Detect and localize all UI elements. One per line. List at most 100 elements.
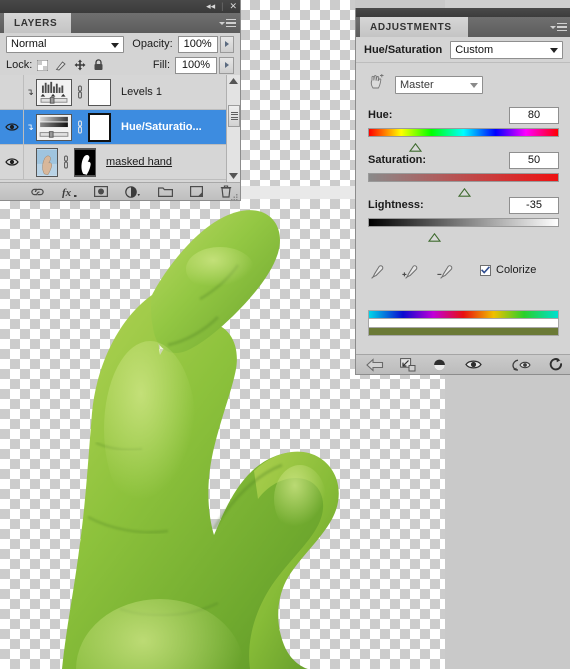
saturation-slider-block: Saturation: 50 bbox=[356, 137, 570, 197]
adjustments-panel-titlebar bbox=[356, 8, 570, 17]
reset-adjustment-icon[interactable] bbox=[549, 357, 564, 372]
add-layer-mask-icon[interactable] bbox=[94, 186, 108, 197]
eyedropper-icon[interactable] bbox=[368, 264, 385, 286]
fill-stepper[interactable] bbox=[219, 56, 234, 74]
opacity-value: 100% bbox=[183, 38, 212, 50]
scroll-up-arrow-icon[interactable] bbox=[227, 75, 240, 87]
tab-adjustments-label: ADJUSTMENTS bbox=[370, 21, 452, 33]
layer-mask-thumbnail[interactable] bbox=[74, 147, 96, 177]
lightness-input[interactable]: -35 bbox=[509, 196, 559, 214]
layer-visibility-toggle[interactable] bbox=[0, 75, 24, 109]
titlebar-separator: | bbox=[221, 1, 224, 11]
new-fill-adjustment-layer-icon[interactable] bbox=[125, 185, 141, 198]
on-image-adjustment-hand-icon[interactable] bbox=[368, 74, 385, 96]
mask-link-icon[interactable] bbox=[61, 155, 71, 169]
table-row[interactable]: masked hand bbox=[0, 145, 240, 180]
scroll-down-arrow-icon[interactable] bbox=[227, 170, 240, 182]
channel-value: Master bbox=[400, 79, 434, 91]
layer-list-scrollbar[interactable] bbox=[226, 75, 240, 182]
mask-link-icon[interactable] bbox=[75, 85, 85, 99]
result-color-bar bbox=[368, 328, 559, 336]
fill-label: Fill: bbox=[152, 59, 170, 71]
new-group-icon[interactable] bbox=[158, 186, 173, 197]
eyedropper-add-icon[interactable] bbox=[401, 264, 420, 286]
colorize-checkbox[interactable] bbox=[480, 264, 491, 276]
lightness-slider-track[interactable] bbox=[368, 218, 559, 242]
layer-name: Hue/Saturatio... bbox=[121, 121, 202, 133]
move-lock-icon[interactable] bbox=[74, 59, 86, 71]
clip-to-layer-icon[interactable] bbox=[432, 358, 447, 372]
mask-link-icon[interactable] bbox=[75, 120, 85, 134]
blend-mode-select[interactable]: Normal bbox=[6, 35, 125, 53]
hue-input[interactable]: 80 bbox=[509, 106, 559, 124]
hue-slider-thumb[interactable] bbox=[408, 139, 422, 157]
chevron-down-icon bbox=[550, 25, 556, 29]
new-layer-icon[interactable] bbox=[190, 186, 203, 197]
table-row[interactable]: ↴ Hue/Saturatio... bbox=[0, 110, 240, 145]
fill-value: 100% bbox=[181, 59, 211, 71]
colorize-row[interactable]: Colorize bbox=[480, 264, 536, 276]
adjustments-panel-menu-icon[interactable] bbox=[550, 21, 567, 33]
chevron-down-icon bbox=[470, 83, 478, 88]
layer-style-fx-icon[interactable]: fx bbox=[62, 186, 77, 198]
eye-icon bbox=[4, 158, 19, 166]
tab-layers-label: LAYERS bbox=[14, 17, 58, 29]
tab-layers[interactable]: LAYERS bbox=[4, 13, 72, 33]
layers-panel-titlebar: ◂◂ | ✕ bbox=[0, 0, 240, 13]
toggle-layer-visibility-icon[interactable] bbox=[465, 359, 482, 370]
hue-slider-track[interactable] bbox=[368, 128, 559, 152]
collapse-double-arrow-icon[interactable]: ◂◂ bbox=[206, 1, 215, 11]
photo-thumbnail[interactable] bbox=[36, 147, 58, 177]
hue-saturation-adjustment-thumbnail[interactable] bbox=[36, 113, 72, 141]
chevron-down-icon bbox=[111, 42, 120, 48]
layer-visibility-toggle[interactable] bbox=[0, 110, 24, 144]
saturation-slider-track[interactable] bbox=[368, 173, 559, 197]
adjustment-body: Master Hue: 80 Saturation: 50 Lightness:… bbox=[356, 64, 570, 354]
document-background-upper bbox=[240, 0, 355, 186]
layers-panel-footer: fx bbox=[0, 182, 240, 201]
layer-list[interactable]: ↴ Levels 1 ↴ Hue/Saturatio... masked han… bbox=[0, 75, 240, 182]
eye-icon bbox=[4, 123, 19, 131]
preset-select[interactable]: Custom bbox=[450, 40, 563, 59]
layers-panel-menu-icon[interactable] bbox=[219, 17, 236, 29]
checkmark-icon bbox=[481, 266, 490, 274]
layer-mask-thumbnail[interactable] bbox=[88, 112, 111, 142]
lightness-slider-thumb[interactable] bbox=[427, 229, 441, 247]
layer-mask-thumbnail[interactable] bbox=[88, 78, 111, 106]
eyedropper-subtract-icon[interactable] bbox=[436, 264, 455, 286]
link-layers-icon[interactable] bbox=[30, 187, 45, 197]
color-bars bbox=[368, 310, 559, 336]
eyedropper-row bbox=[368, 264, 455, 286]
saturation-slider-thumb[interactable] bbox=[457, 184, 471, 202]
layer-visibility-toggle[interactable] bbox=[0, 145, 24, 179]
layers-panel: ◂◂ | ✕ LAYERS Normal Opacity: 100% Lock: bbox=[0, 0, 241, 201]
preview-previous-state-icon[interactable] bbox=[512, 359, 531, 371]
tab-adjustments[interactable]: ADJUSTMENTS bbox=[360, 17, 468, 37]
panel-resize-grip[interactable] bbox=[229, 190, 238, 201]
opacity-stepper[interactable] bbox=[219, 35, 234, 53]
expand-view-icon[interactable] bbox=[400, 357, 416, 372]
channel-select[interactable]: Master bbox=[395, 76, 483, 94]
chevron-down-icon bbox=[550, 47, 558, 53]
clipping-mask-arrow-icon: ↴ bbox=[26, 121, 34, 132]
scrollbar-thumb[interactable] bbox=[228, 105, 240, 127]
layer-name: Levels 1 bbox=[121, 86, 162, 98]
opacity-input[interactable]: 100% bbox=[177, 35, 218, 53]
adjustments-tab-row: ADJUSTMENTS bbox=[356, 17, 570, 37]
lock-all-icon[interactable] bbox=[93, 59, 104, 71]
palm-highlight bbox=[104, 341, 196, 517]
chevron-down-icon bbox=[219, 21, 225, 25]
opacity-label: Opacity: bbox=[132, 38, 173, 50]
transparency-lock-icon[interactable] bbox=[37, 59, 49, 71]
lightness-value: -35 bbox=[526, 199, 542, 211]
finger-highlight bbox=[186, 247, 254, 291]
fill-input[interactable]: 100% bbox=[175, 56, 217, 74]
levels-adjustment-thumbnail[interactable] bbox=[36, 78, 72, 106]
table-row[interactable]: ↴ Levels 1 bbox=[0, 75, 240, 110]
paint-lock-icon[interactable] bbox=[55, 60, 67, 71]
adjustments-panel: ADJUSTMENTS Hue/Saturation Custom Master bbox=[355, 8, 570, 375]
close-icon[interactable]: ✕ bbox=[229, 1, 237, 11]
saturation-input[interactable]: 50 bbox=[509, 151, 559, 169]
return-to-adjustment-list-icon[interactable] bbox=[366, 357, 384, 372]
colorize-label: Colorize bbox=[496, 264, 537, 276]
